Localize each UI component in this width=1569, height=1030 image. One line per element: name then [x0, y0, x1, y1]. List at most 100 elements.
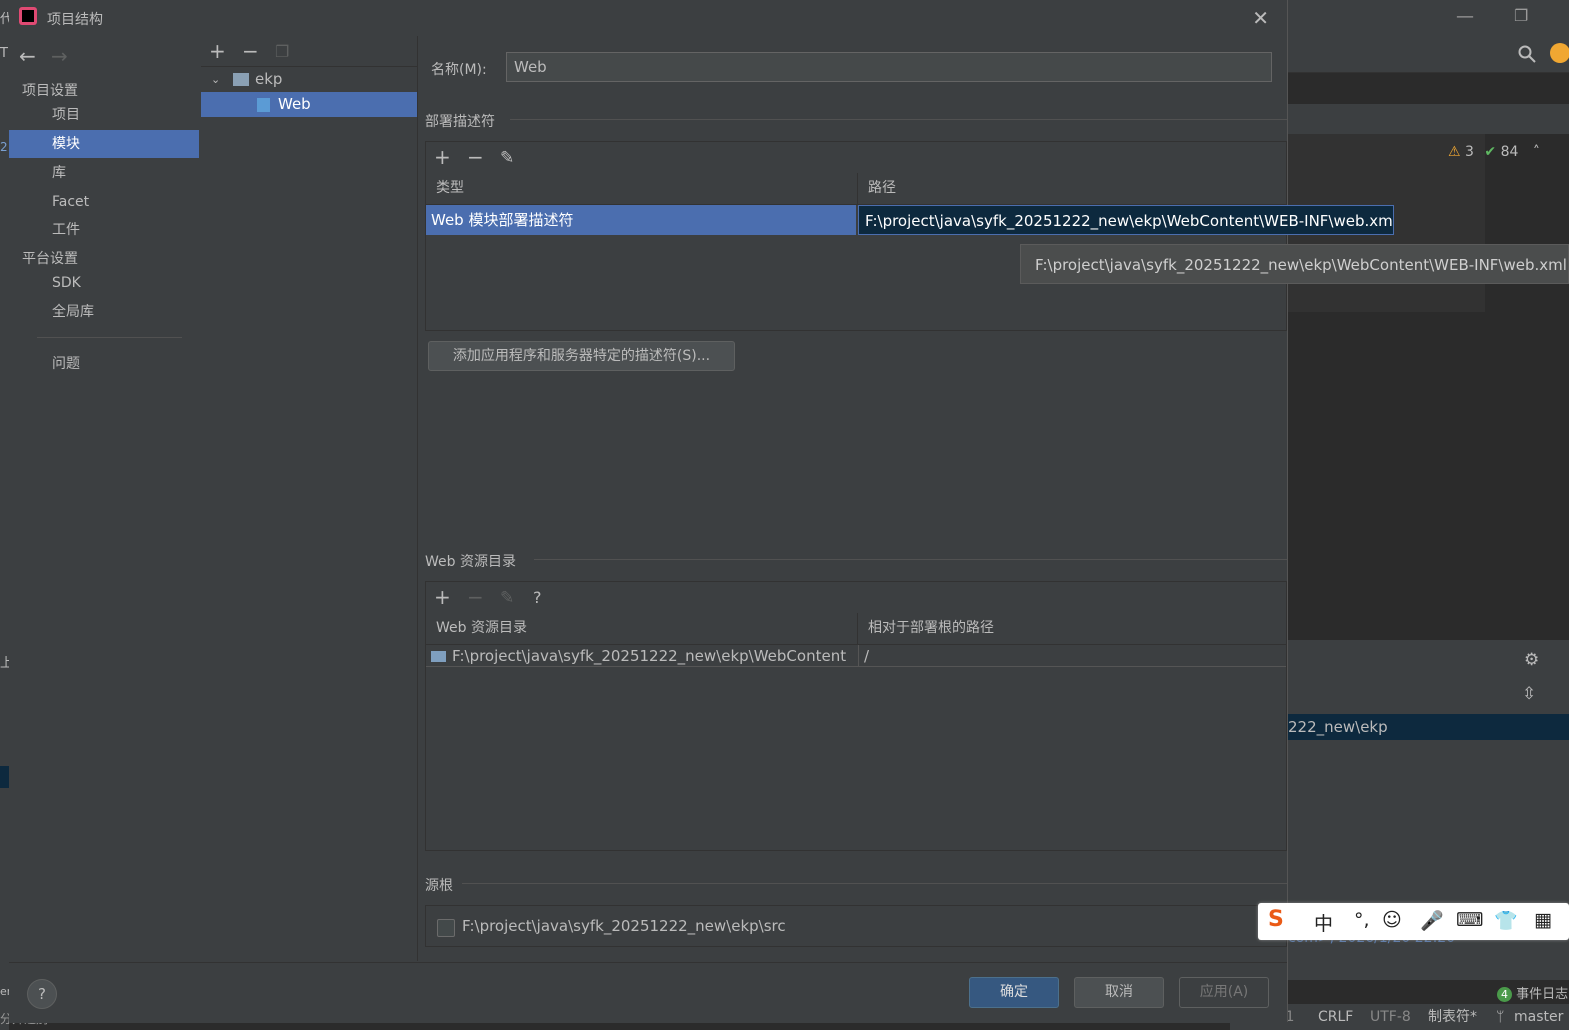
sidebar-item-project[interactable]: 项目: [9, 101, 199, 129]
event-log[interactable]: 4 事件日志: [1497, 983, 1568, 1002]
facet-editor: 名称(M): Web 部署描述符 + − ✎ 类型 路径 Web 模块部署描述符…: [418, 36, 1394, 961]
button-label: 取消: [1105, 984, 1133, 1000]
ide-toolbar: [1288, 36, 1569, 73]
sidebar-item-global-libraries[interactable]: 全局库: [9, 298, 199, 326]
event-log-label: 事件日志: [1516, 987, 1569, 1002]
edit-icon[interactable]: ✎: [500, 148, 514, 168]
left-edge-text: T: [0, 46, 8, 61]
warning-icon: ⚠: [1448, 144, 1461, 160]
sidebar-item-artifacts[interactable]: 工件: [9, 216, 199, 244]
sidebar-item-label: 库: [52, 165, 66, 181]
sidebar-item-facets[interactable]: Facet: [9, 188, 199, 216]
sidebar-item-libraries[interactable]: 库: [9, 159, 199, 187]
name-input-value: Web: [514, 58, 547, 76]
section-platform-settings: 平台设置: [22, 251, 78, 267]
settings-sidebar: ← → 项目设置 项目 模块 库 Facet 工件 平台设置 SDK 全局库 问…: [9, 36, 202, 961]
tree-toolbar: + − ❐: [201, 36, 417, 67]
inspection-summary[interactable]: ⚠ 3 ✔ 84 ˄: [1448, 144, 1540, 160]
column-header-path[interactable]: 路径: [858, 173, 1288, 204]
status-encoding[interactable]: UTF-8: [1370, 1004, 1411, 1030]
minimize-icon[interactable]: —: [1456, 6, 1474, 27]
status-line-sep[interactable]: CRLF: [1318, 1004, 1353, 1030]
section-divider: [510, 119, 1287, 120]
sidebar-item-problems[interactable]: 问题: [9, 350, 199, 378]
expand-all-icon[interactable]: ⇳: [1522, 684, 1536, 704]
relative-path-cell[interactable]: /: [858, 645, 1286, 667]
cancel-button[interactable]: 取消: [1074, 977, 1164, 1008]
relative-path-value: /: [864, 647, 870, 665]
sidebar-item-modules[interactable]: 模块: [9, 130, 199, 158]
sidebar-divider: [37, 337, 182, 338]
gear-icon[interactable]: ⚙: [1524, 650, 1539, 670]
check-count: 84: [1500, 144, 1519, 160]
path-tooltip: F:\project\java\syfk_20251222_new\ekp\We…: [1020, 244, 1569, 284]
table-row[interactable]: Web 模块部署描述符: [426, 205, 856, 235]
add-icon[interactable]: +: [434, 147, 451, 167]
sidebar-item-label: 模块: [52, 136, 80, 152]
remove-icon[interactable]: −: [242, 41, 259, 61]
update-icon[interactable]: [1550, 43, 1569, 63]
module-tree-panel: + − ❐ ⌄ ekp Web: [201, 36, 418, 961]
help-button[interactable]: ?: [27, 979, 57, 1009]
section-project-settings: 项目设置: [22, 83, 78, 99]
help-glyph: ?: [38, 985, 46, 1003]
help-icon[interactable]: ?: [533, 588, 542, 608]
chevron-down-icon[interactable]: ⌄: [211, 67, 220, 92]
sogou-logo-icon[interactable]: S: [1268, 907, 1284, 932]
add-icon[interactable]: +: [209, 41, 226, 61]
web-resource-section-title: Web 资源目录: [425, 554, 516, 570]
web-facet-icon: [257, 98, 270, 112]
name-label: 名称(M):: [431, 62, 487, 78]
close-icon[interactable]: ✕: [1252, 6, 1269, 30]
search-icon[interactable]: [1518, 45, 1536, 63]
chevron-up-icon[interactable]: ˄: [1533, 144, 1540, 160]
status-indent[interactable]: 制表符*: [1428, 1004, 1477, 1030]
dialog-titlebar: 项目结构 ✕: [9, 0, 1287, 36]
dialog-title: 项目结构: [47, 12, 103, 28]
dialog-footer: ? 确定 取消 应用(A): [9, 962, 1287, 1023]
column-header-relative-path[interactable]: 相对于部署根的路径: [858, 613, 1288, 644]
remove-icon[interactable]: −: [467, 587, 484, 607]
table-row[interactable]: F:\project\java\syfk_20251222_new\ekp\We…: [426, 645, 858, 667]
sidebar-item-sdk[interactable]: SDK: [9, 269, 199, 297]
ime-punctuation[interactable]: °,: [1354, 909, 1370, 931]
skin-icon[interactable]: 👕: [1494, 909, 1518, 932]
column-header-web-dir[interactable]: Web 资源目录: [426, 613, 858, 644]
path-cell-editor[interactable]: F:\project\java\syfk_20251222_new\ekp\We…: [858, 205, 1394, 235]
remove-icon[interactable]: −: [467, 147, 484, 167]
restore-icon[interactable]: ❐: [1514, 6, 1528, 25]
sidebar-item-label: Facet: [52, 194, 90, 210]
emoji-icon[interactable]: ☺: [1382, 909, 1402, 931]
ok-button[interactable]: 确定: [969, 977, 1059, 1008]
web-dir-cell: F:\project\java\syfk_20251222_new\ekp\We…: [452, 647, 847, 665]
panel-row-text: 222_new\ekp: [1288, 718, 1388, 736]
deploy-descriptor-panel: + − ✎ 类型 路径 Web 模块部署描述符 F:\project\java\…: [425, 141, 1394, 331]
web-resource-toolbar: + − ✎ ?: [426, 582, 1286, 614]
column-header-type[interactable]: 类型: [426, 173, 858, 204]
folder-icon: [431, 651, 446, 662]
sidebar-item-label: 项目: [52, 107, 80, 123]
keyboard-icon[interactable]: ⌨: [1456, 909, 1483, 931]
tree-node-label: Web: [278, 95, 311, 113]
edit-icon[interactable]: ✎: [500, 588, 514, 608]
intellij-app-icon: [19, 7, 37, 25]
grid-menu-icon[interactable]: ▦: [1534, 909, 1552, 931]
forward-arrow-icon[interactable]: →: [51, 44, 68, 68]
button-label: 应用(A): [1199, 984, 1249, 1000]
copy-icon[interactable]: ❐: [275, 42, 289, 62]
sidebar-item-label: 工件: [52, 222, 80, 238]
name-input[interactable]: Web: [506, 52, 1272, 82]
section-divider: [534, 559, 1287, 560]
row-path-cell: F:\project\java\syfk_20251222_new\ekp\We…: [865, 212, 1394, 230]
panel-selected-row[interactable]: 222_new\ekp: [1288, 714, 1569, 740]
status-branch[interactable]: master: [1514, 1004, 1563, 1030]
ime-chinese-mode[interactable]: 中: [1314, 909, 1333, 936]
add-server-descriptor-button[interactable]: 添加应用程序和服务器特定的描述符(S)...: [428, 341, 735, 371]
back-arrow-icon[interactable]: ←: [19, 44, 36, 68]
source-root-checkbox[interactable]: [437, 919, 455, 937]
tree-node-ekp[interactable]: ⌄ ekp: [201, 67, 417, 92]
microphone-icon[interactable]: 🎤: [1420, 909, 1444, 932]
add-icon[interactable]: +: [434, 587, 451, 607]
apply-button[interactable]: 应用(A): [1179, 977, 1269, 1008]
tree-node-web[interactable]: Web: [201, 92, 417, 117]
